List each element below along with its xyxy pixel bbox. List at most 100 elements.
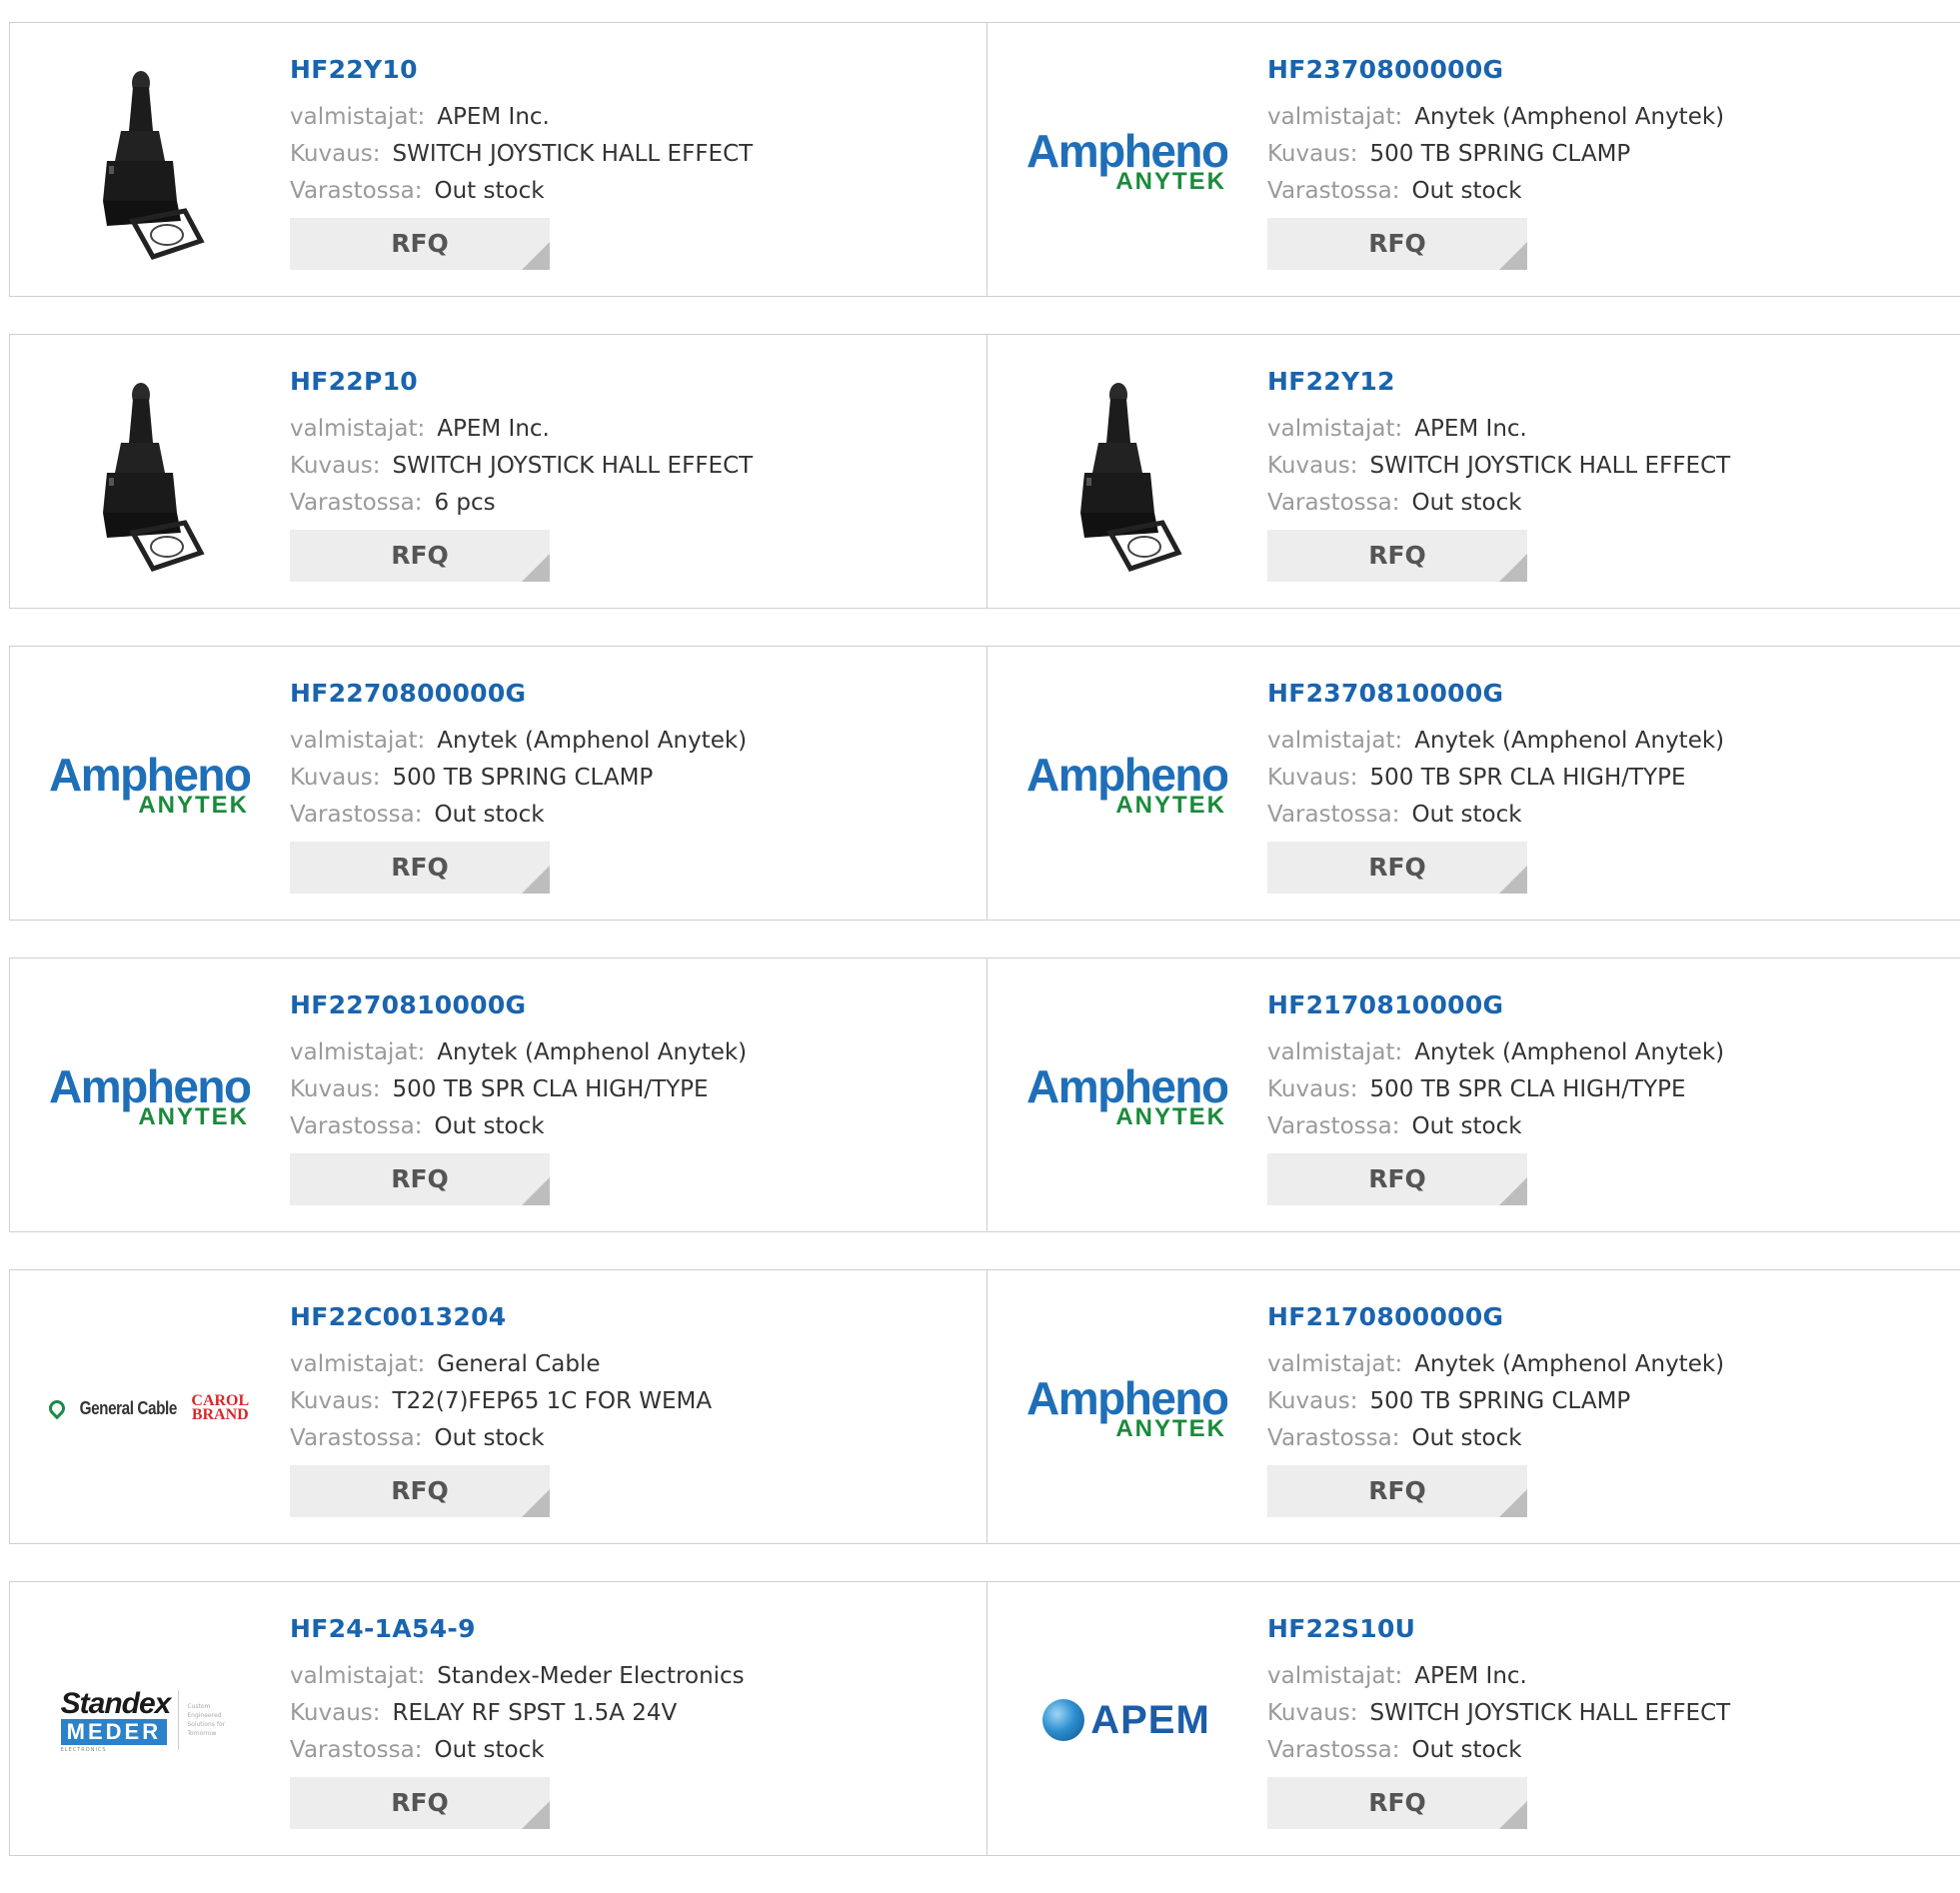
product-card: General Cable CAROL BRAND HF22C0013204 va… <box>9 1270 986 1543</box>
rfq-button[interactable]: RFQ <box>1267 1465 1527 1517</box>
rfq-button[interactable]: RFQ <box>290 530 550 582</box>
joystick-photo[interactable] <box>48 61 250 261</box>
logo-text: BRAND <box>191 1406 249 1423</box>
stock-value: Out stock <box>434 1113 545 1139</box>
product-card: Amphenol ANYTEK HF2270810000G valmistajat… <box>9 958 986 1231</box>
part-number-link[interactable]: HF2370800000G <box>1267 53 1724 87</box>
manufacturer-value: Anytek (Amphenol Anytek) <box>1414 104 1725 130</box>
manufacturer-label: valmistajat: <box>1267 1039 1403 1065</box>
amphenol-anytek-logo[interactable]: Amphenol ANYTEK <box>1025 1308 1227 1508</box>
rfq-button[interactable]: RFQ <box>1267 842 1527 894</box>
stock-value: Out stock <box>1411 802 1522 828</box>
apem-logo[interactable]: APEM <box>1025 1620 1227 1820</box>
part-number-link[interactable]: HF22P10 <box>290 365 753 399</box>
description-label: Kuvaus: <box>1267 1388 1358 1414</box>
description-label: Kuvaus: <box>1267 141 1358 167</box>
rfq-button[interactable]: RFQ <box>290 1777 550 1829</box>
description-value: 500 TB SPRING CLAMP <box>392 765 654 791</box>
rfq-button[interactable]: RFQ <box>1267 1777 1527 1829</box>
description-value: SWITCH JOYSTICK HALL EFFECT <box>1369 453 1731 479</box>
description-value: SWITCH JOYSTICK HALL EFFECT <box>1369 1700 1731 1726</box>
description-label: Kuvaus: <box>290 141 381 167</box>
rfq-button[interactable]: RFQ <box>290 1465 550 1517</box>
description-value: T22(7)FEP65 1C FOR WEMA <box>392 1388 713 1414</box>
description-label: Kuvaus: <box>1267 453 1358 479</box>
rfq-button[interactable]: RFQ <box>1267 530 1527 582</box>
product-card: Amphenol ANYTEK HF2370810000G valmistajat… <box>986 647 1960 920</box>
product-card: Amphenol ANYTEK HF2170810000G valmistajat… <box>986 958 1960 1231</box>
joystick-photo[interactable] <box>48 373 250 573</box>
stock-label: Varastossa: <box>290 1113 423 1139</box>
amphenol-anytek-logo[interactable]: Amphenol ANYTEK <box>1025 61 1227 261</box>
part-number-link[interactable]: HF24-1A54-9 <box>290 1612 745 1646</box>
stock-value: Out stock <box>1411 1737 1522 1763</box>
product-card: HF22Y12 valmistajat: APEM Inc. Kuvaus: SWI… <box>986 335 1960 608</box>
manufacturer-value: Anytek (Amphenol Anytek) <box>437 1039 748 1065</box>
logo-text: APEM <box>1090 1697 1210 1742</box>
rfq-label: RFQ <box>391 1164 449 1193</box>
rfq-button[interactable]: RFQ <box>290 842 550 894</box>
amphenol-anytek-logo[interactable]: Amphenol ANYTEK <box>48 685 250 885</box>
description-label: Kuvaus: <box>290 765 381 791</box>
part-number-link[interactable]: HF22S10U <box>1267 1612 1730 1646</box>
amphenol-anytek-logo[interactable]: Amphenol ANYTEK <box>48 996 250 1196</box>
product-card: HF22P10 valmistajat: APEM Inc. Kuvaus: SWI… <box>9 335 986 608</box>
rfq-label: RFQ <box>1368 853 1426 882</box>
description-value: RELAY RF SPST 1.5A 24V <box>392 1700 678 1726</box>
standex-meder-logo[interactable]: Standex MEDER ELECTRONICS Custom Enginee… <box>48 1620 250 1820</box>
amphenol-anytek-logo[interactable]: Amphenol ANYTEK <box>1025 996 1227 1196</box>
rfq-label: RFQ <box>391 229 449 258</box>
general-cable-logo[interactable]: General Cable CAROL BRAND <box>48 1308 250 1508</box>
rfq-label: RFQ <box>1368 541 1426 570</box>
description-value: 500 TB SPR CLA HIGH/TYPE <box>392 1076 709 1102</box>
description-label: Kuvaus: <box>290 1388 381 1414</box>
manufacturer-value: Standex-Meder Electronics <box>437 1663 745 1689</box>
manufacturer-value: Anytek (Amphenol Anytek) <box>1414 1351 1725 1377</box>
product-list: HF22Y10 valmistajat: APEM Inc. Kuvaus: SWI… <box>9 22 1960 1893</box>
description-label: Kuvaus: <box>290 1700 381 1726</box>
product-card: Amphenol ANYTEK HF2370800000G valmistajat… <box>986 23 1960 296</box>
part-number-link[interactable]: HF2170800000G <box>1267 1300 1724 1334</box>
manufacturer-value: APEM Inc. <box>437 104 550 130</box>
rfq-label: RFQ <box>391 1788 449 1817</box>
stock-label: Varastossa: <box>1267 178 1400 204</box>
rfq-button[interactable]: RFQ <box>1267 218 1527 270</box>
description-label: Kuvaus: <box>1267 765 1358 791</box>
stock-label: Varastossa: <box>290 178 423 204</box>
description-label: Kuvaus: <box>1267 1076 1358 1102</box>
part-number-link[interactable]: HF22C0013204 <box>290 1300 712 1334</box>
rfq-label: RFQ <box>391 541 449 570</box>
part-number-link[interactable]: HF22Y10 <box>290 53 753 87</box>
part-number-link[interactable]: HF2270800000G <box>290 677 747 711</box>
corner-triangle-icon <box>522 866 550 894</box>
stock-value: Out stock <box>1411 1425 1522 1451</box>
part-number-link[interactable]: HF2370810000G <box>1267 677 1724 711</box>
stock-value: Out stock <box>1411 178 1522 204</box>
stock-label: Varastossa: <box>290 802 423 828</box>
logo-text: General Cable <box>79 1397 177 1418</box>
joystick-photo[interactable] <box>1025 373 1227 573</box>
rfq-button[interactable]: RFQ <box>1267 1153 1527 1205</box>
corner-triangle-icon <box>1499 554 1527 582</box>
rfq-button[interactable]: RFQ <box>290 1153 550 1205</box>
corner-triangle-icon <box>1499 1177 1527 1205</box>
manufacturer-value: Anytek (Amphenol Anytek) <box>1414 728 1725 754</box>
manufacturer-label: valmistajat: <box>1267 728 1403 754</box>
product-row: Amphenol ANYTEK HF2270810000G valmistajat… <box>9 957 1960 1232</box>
description-label: Kuvaus: <box>290 1076 381 1102</box>
rfq-label: RFQ <box>391 853 449 882</box>
part-number-link[interactable]: HF2270810000G <box>290 988 747 1022</box>
description-label: Kuvaus: <box>1267 1700 1358 1726</box>
product-card: APEM HF22S10U valmistajat: APEM Inc. Kuva… <box>986 1582 1960 1855</box>
product-card: Amphenol ANYTEK HF2270800000G valmistajat… <box>9 647 986 920</box>
part-number-link[interactable]: HF2170810000G <box>1267 988 1724 1022</box>
manufacturer-label: valmistajat: <box>1267 416 1403 442</box>
manufacturer-label: valmistajat: <box>290 416 426 442</box>
amphenol-anytek-logo[interactable]: Amphenol ANYTEK <box>1025 685 1227 885</box>
logo-text: Standex <box>60 1687 172 1720</box>
corner-triangle-icon <box>1499 242 1527 270</box>
manufacturer-label: valmistajat: <box>1267 1663 1403 1689</box>
rfq-button[interactable]: RFQ <box>290 218 550 270</box>
manufacturer-label: valmistajat: <box>290 1663 426 1689</box>
part-number-link[interactable]: HF22Y12 <box>1267 365 1730 399</box>
